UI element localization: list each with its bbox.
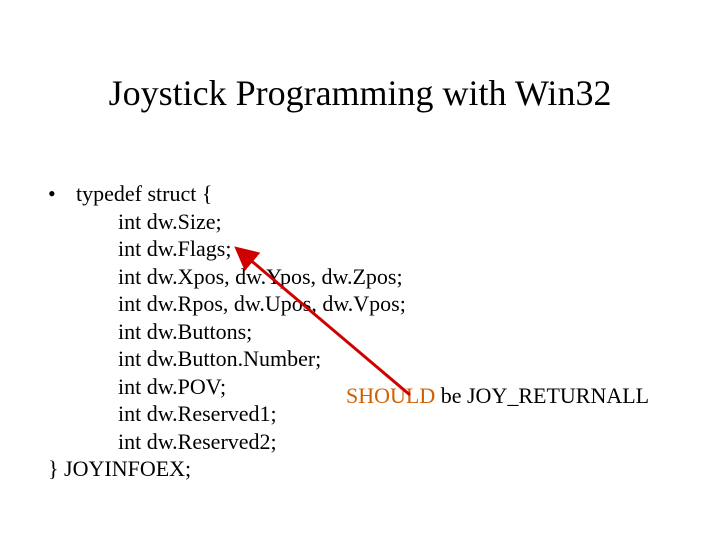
struct-member: int dw.Buttons; bbox=[48, 318, 406, 346]
struct-close: } JOYINFOEX; bbox=[48, 455, 406, 483]
struct-member: int dw.Xpos, dw.Ypos, dw.Zpos; bbox=[48, 263, 406, 291]
annotation-text: SHOULD be JOY_RETURNALL bbox=[346, 383, 649, 409]
slide-title: Joystick Programming with Win32 bbox=[0, 72, 720, 114]
annotation-should: SHOULD bbox=[346, 383, 435, 408]
struct-member: int dw.Button.Number; bbox=[48, 345, 406, 373]
struct-member: int dw.Flags; bbox=[48, 235, 406, 263]
struct-member: int dw.Size; bbox=[48, 208, 406, 236]
struct-member: int dw.Rpos, dw.Upos, dw.Vpos; bbox=[48, 290, 406, 318]
struct-member: int dw.Reserved2; bbox=[48, 428, 406, 456]
code-block: •typedef struct { int dw.Size; int dw.Fl… bbox=[48, 180, 406, 483]
annotation-rest: be JOY_RETURNALL bbox=[435, 383, 649, 408]
bullet-dot: • bbox=[48, 180, 76, 208]
struct-open-text: typedef struct { bbox=[76, 181, 212, 206]
struct-open: •typedef struct { bbox=[48, 180, 406, 208]
slide: Joystick Programming with Win32 •typedef… bbox=[0, 0, 720, 540]
